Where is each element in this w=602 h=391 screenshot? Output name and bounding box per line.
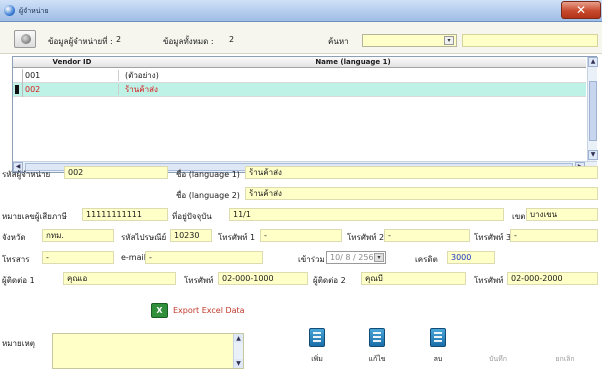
edit-button[interactable]: แก้ไข xyxy=(357,328,397,366)
scroll-down-icon[interactable]: ▼ xyxy=(588,150,598,160)
join-date-value: 10/ 8 / 2565 xyxy=(330,253,379,262)
credit-field[interactable]: 3000 xyxy=(447,251,495,264)
close-button[interactable]: ✕ xyxy=(561,1,601,19)
excel-icon: X xyxy=(151,303,168,318)
edit-icon xyxy=(369,328,385,347)
phone1-field[interactable]: - xyxy=(260,229,342,242)
contact2-label: ผู้ติดต่อ 2 xyxy=(313,276,346,285)
credit-label: เครดิต xyxy=(415,255,438,264)
remark-label: หมายเหตุ xyxy=(2,339,35,348)
save-label: บันทึก xyxy=(488,355,508,363)
postcode-label: รหัสไปรษณีย์ xyxy=(121,233,167,242)
app-icon xyxy=(4,5,15,16)
tax-id-field[interactable]: 11111111111 xyxy=(82,208,168,221)
cell-name: ร้านค้าส่ง xyxy=(125,85,158,94)
delete-button[interactable]: ลบ xyxy=(418,328,458,366)
selected-count: 2 xyxy=(116,35,122,44)
fax-label: โทรสาร xyxy=(2,255,30,264)
contact1-field[interactable]: คุณเอ xyxy=(63,272,176,285)
remark-scrollbar[interactable]: ▲ ▼ xyxy=(233,334,243,368)
save-button[interactable]: บันทึก xyxy=(478,328,518,366)
remark-textarea[interactable]: ▲ ▼ xyxy=(52,333,244,369)
vendor-form: ข้อมูลผู้จำหน่ายที่ : 2 ข้อมูลทั้งหมด : … xyxy=(0,22,602,391)
phone2-field[interactable]: - xyxy=(384,229,470,242)
scroll-up-icon[interactable]: ▲ xyxy=(234,334,243,343)
export-excel-label: Export Excel Data xyxy=(173,306,245,315)
scroll-thumb[interactable] xyxy=(589,81,597,141)
table-header: Vendor ID Name (language 1) xyxy=(13,57,586,68)
table-row-selected[interactable]: 002 ร้านค้าส่ง xyxy=(13,83,586,97)
address-label: ที่อยู่ปัจจุบัน xyxy=(172,212,212,221)
add-label: เพิ่ม xyxy=(311,355,323,363)
province-field[interactable]: กทม. xyxy=(42,229,114,242)
row-indicator xyxy=(13,69,23,83)
chevron-down-icon[interactable]: ▾ xyxy=(444,36,454,45)
vendor-id-label: รหัสผู้จำหน่าย xyxy=(2,170,51,179)
cell-name: (ตัวอย่าง) xyxy=(125,71,159,80)
title-bar: ผู้จำหน่าย ✕ xyxy=(0,0,602,22)
camera-icon xyxy=(21,34,31,44)
cancel-button[interactable]: ยกเลิก xyxy=(545,328,585,366)
phone1-label: โทรศัพท์ 1 xyxy=(218,233,256,242)
fax-field[interactable]: - xyxy=(42,251,114,264)
column-header-vendor-id[interactable]: Vendor ID xyxy=(25,58,119,66)
add-icon xyxy=(309,328,325,347)
delete-icon xyxy=(430,328,446,347)
contact1-label: ผู้ติดต่อ 1 xyxy=(2,276,35,285)
contact1-phone-label: โทรศัพท์ xyxy=(184,276,214,285)
search-input[interactable] xyxy=(462,34,598,47)
address-field[interactable]: 11/1 xyxy=(229,208,504,221)
tax-id-label: หมายเลขผู้เสียภาษี xyxy=(2,212,67,221)
contact1-phone-field[interactable]: 02-000-1000 xyxy=(218,272,308,285)
postcode-field[interactable]: 10230 xyxy=(170,229,212,242)
district-label: เขต xyxy=(512,212,526,221)
refresh-button[interactable] xyxy=(14,30,36,48)
join-date-label: เข้าร่วม xyxy=(298,255,325,264)
email-label: e-mail xyxy=(121,253,146,262)
total-count: 2 xyxy=(229,35,235,44)
phone3-label: โทรศัพท์ 3 xyxy=(474,233,512,242)
cancel-label: ยกเลิก xyxy=(555,355,575,363)
add-button[interactable]: เพิ่ม xyxy=(297,328,337,366)
column-header-name[interactable]: Name (language 1) xyxy=(123,58,583,66)
scroll-up-icon[interactable]: ▲ xyxy=(588,57,598,67)
email-field[interactable]: - xyxy=(145,251,263,264)
province-label: จังหวัด xyxy=(2,233,26,242)
name1-label: ชื่อ (language 1) xyxy=(176,170,240,179)
cell-vendor-id: 001 xyxy=(25,70,119,81)
cell-vendor-id: 002 xyxy=(25,84,119,95)
phone3-field[interactable]: - xyxy=(510,229,598,242)
toolbar: ข้อมูลผู้จำหน่ายที่ : 2 ข้อมูลทั้งหมด : … xyxy=(0,22,602,54)
delete-label: ลบ xyxy=(433,355,443,363)
calendar-dropdown-icon[interactable]: ▾ xyxy=(374,253,384,262)
search-label: ค้นหา xyxy=(328,37,349,46)
table-row[interactable]: 001 (ตัวอย่าง) xyxy=(13,69,586,83)
total-count-label: ข้อมูลทั้งหมด : xyxy=(163,37,214,46)
scroll-down-icon[interactable]: ▼ xyxy=(234,359,243,368)
vendor-table: Vendor ID Name (language 1) 001 (ตัวอย่า… xyxy=(12,56,598,173)
phone2-label: โทรศัพท์ 2 xyxy=(347,233,385,242)
contact2-phone-label: โทรศัพท์ xyxy=(474,276,504,285)
district-field[interactable]: บางเขน xyxy=(526,208,598,221)
row-indicator xyxy=(13,83,23,97)
name2-field[interactable]: ร้านค้าส่ง xyxy=(245,187,598,200)
contact2-phone-field[interactable]: 02-000-2000 xyxy=(507,272,598,285)
selected-count-label: ข้อมูลผู้จำหน่ายที่ : xyxy=(48,37,113,46)
vertical-scrollbar[interactable]: ▲ ▼ xyxy=(587,57,598,161)
vendor-id-field[interactable]: 002 xyxy=(64,166,168,179)
name1-field[interactable]: ร้านค้าส่ง xyxy=(245,166,598,179)
window-title: ผู้จำหน่าย xyxy=(19,7,49,15)
contact2-field[interactable]: คุณบี xyxy=(361,272,466,285)
edit-label: แก้ไข xyxy=(368,355,386,363)
search-field-select[interactable]: ▾ xyxy=(362,34,457,47)
name2-label: ชื่อ (language 2) xyxy=(176,191,240,200)
join-date-picker[interactable]: 10/ 8 / 2565 ▾ xyxy=(326,251,386,264)
